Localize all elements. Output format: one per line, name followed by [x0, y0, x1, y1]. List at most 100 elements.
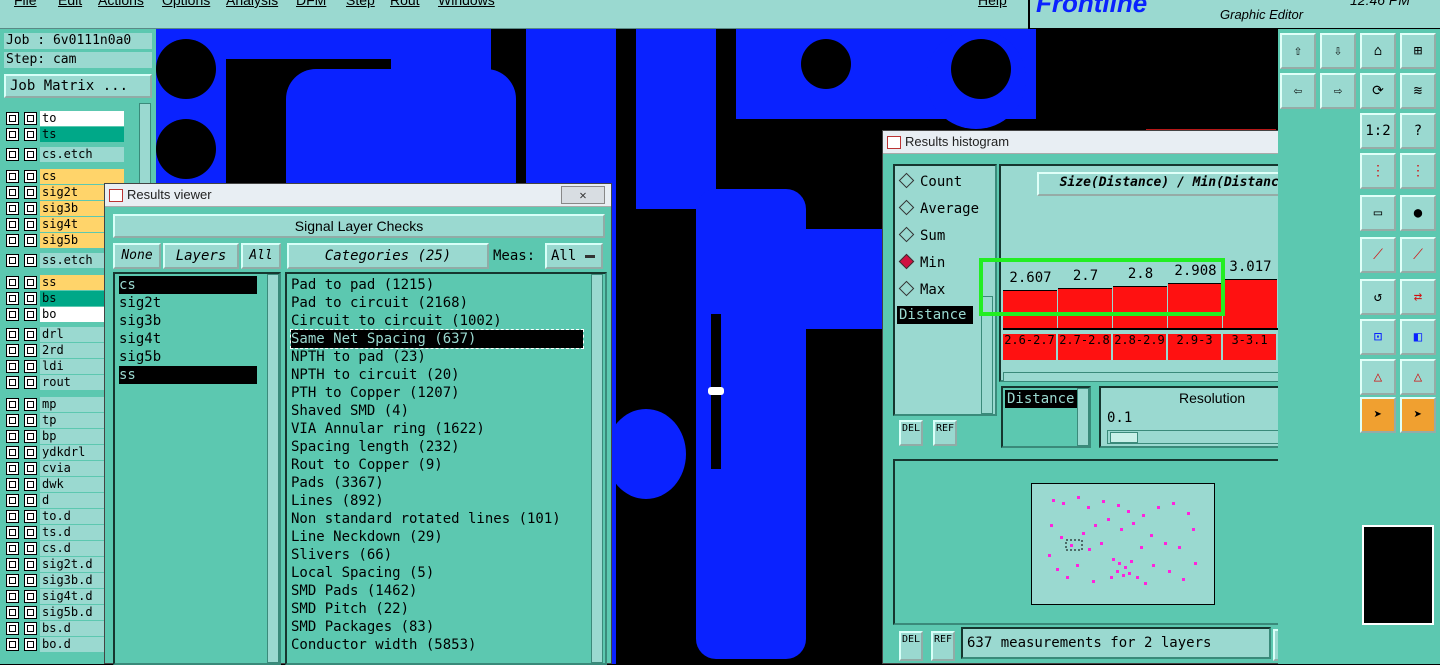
none-button[interactable]: None	[113, 243, 161, 269]
measure-selected[interactable]: Distance	[897, 306, 973, 324]
category-item[interactable]: NPTH to circuit (20)	[291, 366, 460, 384]
layer-checkbox[interactable]	[6, 112, 19, 125]
menu-help[interactable]: Help	[978, 0, 1007, 8]
tool-route-icon[interactable]: ⟳	[1360, 73, 1396, 109]
mini-view[interactable]	[1362, 525, 1434, 625]
measure-list-scrollbar[interactable]	[1077, 388, 1089, 446]
layer-checkbox[interactable]	[6, 218, 19, 231]
tool-help-icon[interactable]: ?	[1400, 113, 1436, 149]
tool-pad-icon[interactable]: ●	[1400, 195, 1436, 231]
layer-checkbox-display[interactable]	[24, 414, 37, 427]
tool-home-icon[interactable]: ⌂	[1360, 33, 1396, 69]
layer-checkbox[interactable]	[6, 148, 19, 161]
layer-checkbox-display[interactable]	[24, 234, 37, 247]
layer-checkbox[interactable]	[6, 574, 19, 587]
layer-checkbox-display[interactable]	[24, 526, 37, 539]
board-preview[interactable]	[1031, 483, 1215, 605]
category-item[interactable]: Same Net Spacing (637)	[290, 329, 584, 349]
layer-list-item[interactable]: ss	[119, 366, 257, 384]
layer-checkbox-display[interactable]	[24, 430, 37, 443]
tool-shapes-icon[interactable]: ◧	[1400, 319, 1436, 355]
layer-checkbox-display[interactable]	[24, 638, 37, 651]
layer-checkbox[interactable]	[6, 276, 19, 289]
category-item[interactable]: PTH to Copper (1207)	[291, 384, 460, 402]
tool-wave-icon[interactable]: ≋	[1400, 73, 1436, 109]
layer-checkbox-display[interactable]	[24, 462, 37, 475]
menu-file[interactable]: File	[14, 0, 37, 8]
layer-checkbox[interactable]	[6, 430, 19, 443]
category-item[interactable]: Rout to Copper (9)	[291, 456, 443, 474]
layer-checkbox-display[interactable]	[24, 148, 37, 161]
layer-list-item[interactable]: cs	[119, 276, 257, 294]
layer-checkbox-display[interactable]	[24, 360, 37, 373]
tool-triangle-icon[interactable]: △	[1360, 359, 1396, 395]
del-button[interactable]: DEL	[899, 420, 923, 446]
category-item[interactable]: Non standard rotated lines (101)	[291, 510, 561, 528]
layer-checkbox-display[interactable]	[24, 376, 37, 389]
layer-checkbox[interactable]	[6, 344, 19, 357]
measure-list-item[interactable]: Distance	[1005, 390, 1081, 408]
layer-checkbox[interactable]	[6, 186, 19, 199]
menu-options[interactable]: Options	[162, 0, 210, 8]
layer-checkbox[interactable]	[6, 234, 19, 247]
layer-list[interactable]: cs sig2t sig3b sig4t sig5b ss	[113, 272, 281, 665]
layer-checkbox[interactable]	[6, 414, 19, 427]
category-item[interactable]: Spacing length (232)	[291, 438, 460, 456]
layer-checkbox[interactable]	[6, 376, 19, 389]
layer-checkbox-display[interactable]	[24, 170, 37, 183]
layers-button[interactable]: Layers	[163, 243, 239, 269]
tool-left-icon[interactable]: ⇦	[1280, 73, 1316, 109]
mode-radio[interactable]: Max	[898, 280, 945, 298]
layer-checkbox[interactable]	[6, 292, 19, 305]
category-item[interactable]: Circuit to circuit (1002)	[291, 312, 502, 330]
category-item[interactable]: Pad to pad (1215)	[291, 276, 434, 294]
ref-button[interactable]: REF	[933, 420, 957, 446]
layer-checkbox[interactable]	[6, 254, 19, 267]
layer-checkbox[interactable]	[6, 170, 19, 183]
layer-checkbox-display[interactable]	[24, 308, 37, 321]
del-button-bottom[interactable]: DEL	[899, 631, 923, 661]
tool-ratio-icon[interactable]: 1:2	[1360, 113, 1396, 149]
layer-checkbox-display[interactable]	[24, 510, 37, 523]
menu-actions[interactable]: Actions	[98, 0, 144, 8]
layer-checkbox[interactable]	[6, 478, 19, 491]
layer-checkbox[interactable]	[6, 526, 19, 539]
menu-analysis[interactable]: Analysis	[226, 0, 278, 8]
tool-ruler-icon[interactable]: ▭	[1360, 195, 1396, 231]
layer-checkbox[interactable]	[6, 202, 19, 215]
all-button[interactable]: All	[241, 243, 281, 269]
layer-checkbox-display[interactable]	[24, 254, 37, 267]
tool-triangle-alt-icon[interactable]: △	[1400, 359, 1436, 395]
job-matrix-button[interactable]: Job Matrix ...	[4, 74, 152, 98]
layer-checkbox[interactable]	[6, 590, 19, 603]
tool-download-icon[interactable]: ⇩	[1320, 33, 1356, 69]
layer-checkbox[interactable]	[6, 462, 19, 475]
mode-radio[interactable]: Count	[898, 172, 962, 190]
layer-checkbox-display[interactable]	[24, 292, 37, 305]
menu-edit[interactable]: Edit	[58, 0, 82, 8]
layer-checkbox-display[interactable]	[24, 446, 37, 459]
category-item[interactable]: Slivers (66)	[291, 546, 392, 564]
layer-checkbox[interactable]	[6, 622, 19, 635]
layer-checkbox[interactable]	[6, 606, 19, 619]
tool-connect-icon[interactable]: ⊡	[1360, 319, 1396, 355]
category-item[interactable]: Shaved SMD (4)	[291, 402, 409, 420]
menu-rout[interactable]: Rout	[390, 0, 420, 8]
layer-list-item[interactable]: sig4t	[119, 330, 257, 348]
layer-checkbox[interactable]	[6, 398, 19, 411]
mode-radio[interactable]: Min	[898, 253, 945, 271]
layer-checkbox[interactable]	[6, 128, 19, 141]
layer-checkbox[interactable]	[6, 360, 19, 373]
layer-checkbox-display[interactable]	[24, 574, 37, 587]
layer-checkbox[interactable]	[6, 494, 19, 507]
tool-flip-icon[interactable]: ⇄	[1400, 279, 1436, 315]
layer-checkbox-display[interactable]	[24, 558, 37, 571]
layer-checkbox-display[interactable]	[24, 276, 37, 289]
category-item[interactable]: Lines (892)	[291, 492, 384, 510]
tool-arc-icon[interactable]: ↺	[1360, 279, 1396, 315]
layer-list-item[interactable]: sig2t	[119, 294, 257, 312]
layer-list-item[interactable]: sig5b	[119, 348, 257, 366]
layer-checkbox-display[interactable]	[24, 494, 37, 507]
layer-checkbox[interactable]	[6, 542, 19, 555]
layer-checkbox-display[interactable]	[24, 328, 37, 341]
